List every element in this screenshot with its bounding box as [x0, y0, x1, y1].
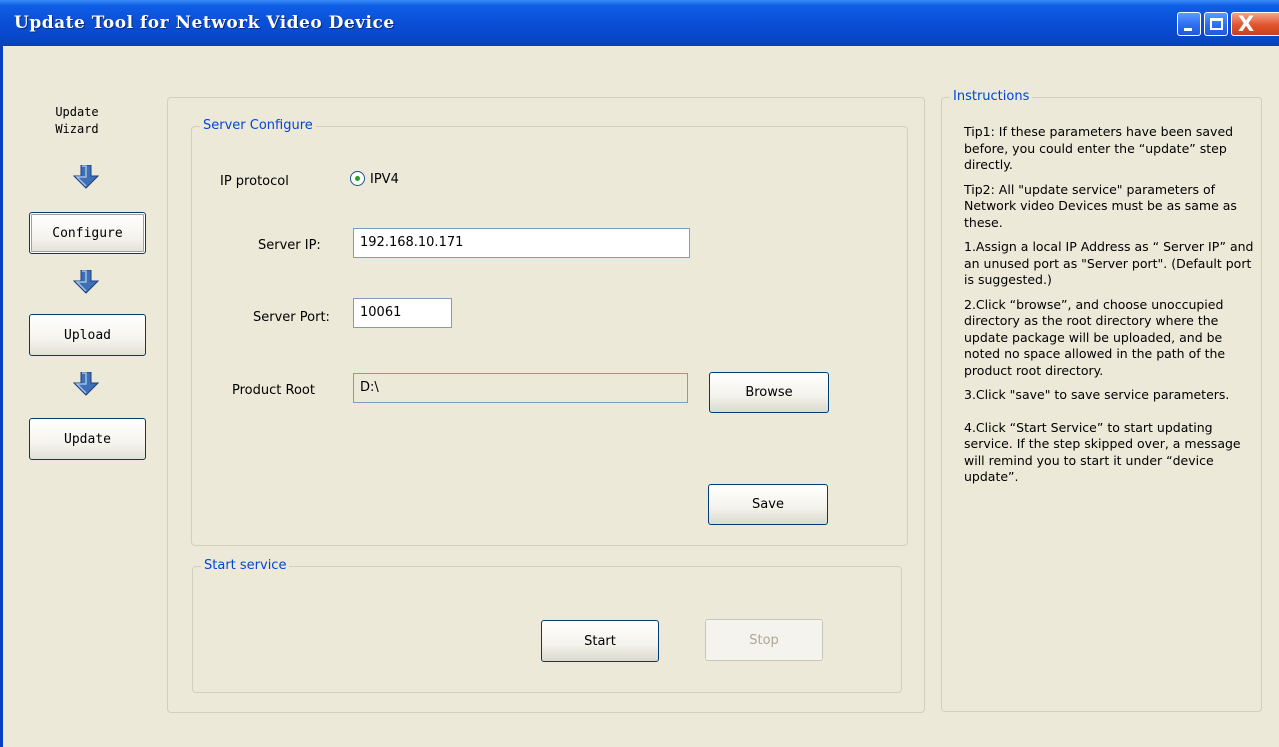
start-button[interactable]: Start — [541, 620, 659, 662]
server-port-label: Server Port: — [253, 310, 330, 325]
browse-button[interactable]: Browse — [709, 372, 829, 413]
configure-step-button[interactable]: Configure — [29, 212, 146, 254]
start-service-legend: Start service — [201, 557, 290, 575]
instruction-step: 3.Click "save" to save service parameter… — [964, 387, 1230, 402]
instruction-tip: Tip1: If these parameters have been save… — [964, 124, 1234, 172]
server-configure-legend: Server Configure — [200, 117, 316, 135]
minimize-icon — [1184, 28, 1192, 31]
maximize-button[interactable] — [1204, 12, 1228, 36]
radio-selected-dot — [355, 176, 360, 181]
close-icon: X — [1238, 12, 1255, 36]
wizard-title: Update Wizard — [55, 105, 99, 136]
product-root-input[interactable]: D:\ — [353, 373, 688, 403]
maximize-icon — [1210, 18, 1223, 30]
ip-protocol-label: IP protocol — [220, 174, 289, 189]
server-port-input[interactable]: 10061 — [353, 298, 452, 328]
window-title: Update Tool for Network Video Device — [14, 13, 395, 33]
instruction-step: 1.Assign a local IP Address as “ Server … — [964, 239, 1254, 287]
server-ip-input[interactable]: 192.168.10.171 — [353, 228, 690, 258]
instructions-text: Tip1: If these parameters have been save… — [964, 124, 1254, 494]
ipv4-radio-label[interactable]: IPV4 — [370, 172, 399, 188]
ipv4-radio[interactable] — [350, 171, 365, 186]
instruction-step: 4.Click “Start Service” to start updatin… — [964, 419, 1241, 485]
arrow-down-icon — [73, 270, 99, 294]
title-bar[interactable]: Update Tool for Network Video Device X — [0, 0, 1279, 46]
instructions-legend: Instructions — [950, 88, 1033, 106]
arrow-down-icon — [73, 165, 99, 189]
arrow-down-icon — [73, 372, 99, 396]
instruction-tip: Tip2: All "update service" parameters of… — [964, 181, 1237, 230]
save-button[interactable]: Save — [708, 484, 828, 525]
close-button[interactable]: X — [1231, 12, 1279, 36]
update-step-button[interactable]: Update — [29, 418, 146, 460]
server-configure-group: Server Configure — [191, 117, 908, 546]
minimize-button[interactable] — [1177, 12, 1201, 36]
upload-step-button[interactable]: Upload — [29, 314, 146, 356]
stop-button: Stop — [705, 619, 823, 661]
server-ip-label: Server IP: — [258, 238, 321, 253]
product-root-label: Product Root — [232, 383, 315, 398]
instruction-step: 2.Click “browse”, and choose unoccupied … — [964, 296, 1226, 378]
